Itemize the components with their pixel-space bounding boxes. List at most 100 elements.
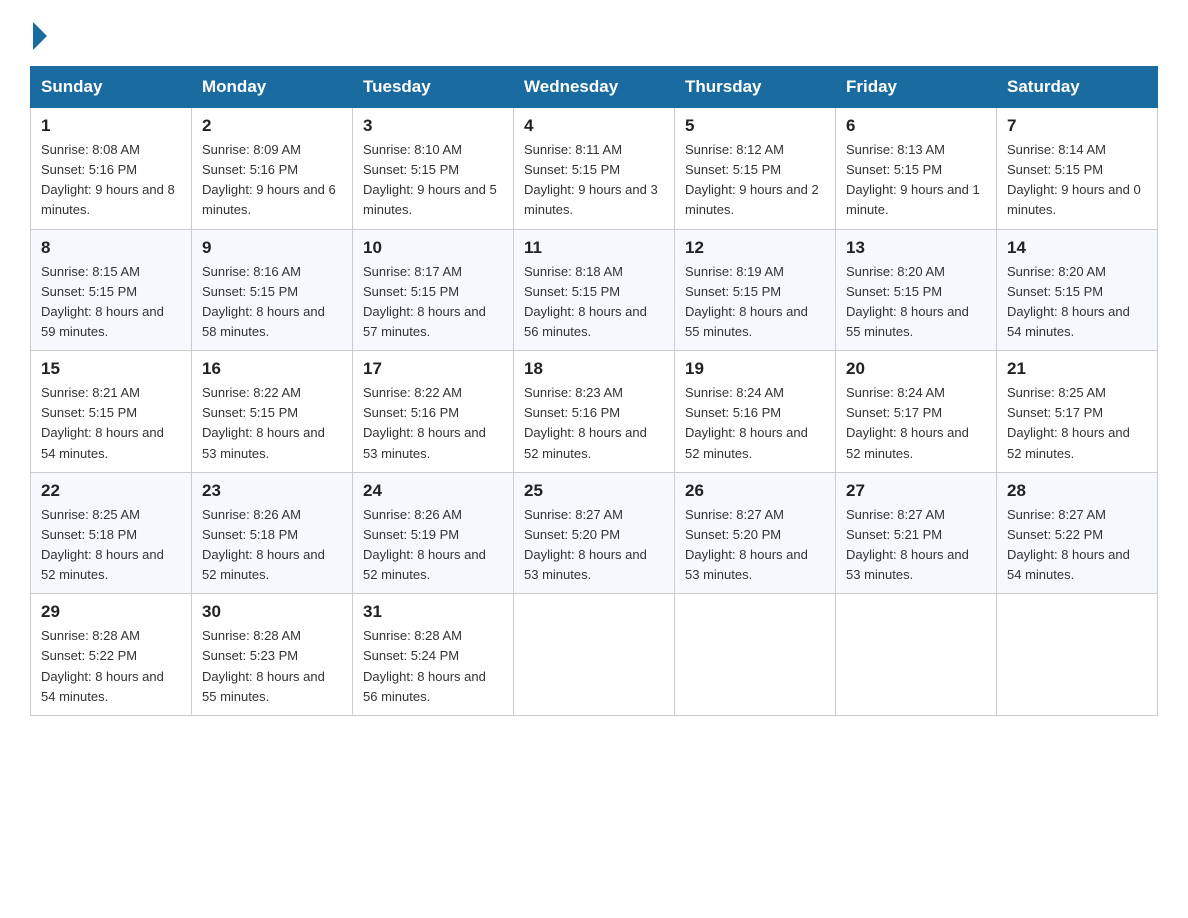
day-info: Sunrise: 8:13 AM Sunset: 5:15 PM Dayligh…	[846, 140, 986, 221]
day-info: Sunrise: 8:27 AM Sunset: 5:20 PM Dayligh…	[685, 505, 825, 586]
day-info: Sunrise: 8:28 AM Sunset: 5:22 PM Dayligh…	[41, 626, 181, 707]
day-number: 27	[846, 481, 986, 501]
calendar-cell: 15 Sunrise: 8:21 AM Sunset: 5:15 PM Dayl…	[31, 351, 192, 473]
weekday-header-thursday: Thursday	[675, 67, 836, 108]
calendar-cell: 21 Sunrise: 8:25 AM Sunset: 5:17 PM Dayl…	[997, 351, 1158, 473]
calendar-cell: 25 Sunrise: 8:27 AM Sunset: 5:20 PM Dayl…	[514, 472, 675, 594]
calendar-cell: 23 Sunrise: 8:26 AM Sunset: 5:18 PM Dayl…	[192, 472, 353, 594]
day-number: 29	[41, 602, 181, 622]
day-number: 2	[202, 116, 342, 136]
day-number: 11	[524, 238, 664, 258]
calendar-body: 1 Sunrise: 8:08 AM Sunset: 5:16 PM Dayli…	[31, 108, 1158, 716]
calendar-cell: 18 Sunrise: 8:23 AM Sunset: 5:16 PM Dayl…	[514, 351, 675, 473]
calendar-cell: 1 Sunrise: 8:08 AM Sunset: 5:16 PM Dayli…	[31, 108, 192, 230]
day-info: Sunrise: 8:11 AM Sunset: 5:15 PM Dayligh…	[524, 140, 664, 221]
day-number: 17	[363, 359, 503, 379]
calendar-cell: 19 Sunrise: 8:24 AM Sunset: 5:16 PM Dayl…	[675, 351, 836, 473]
day-info: Sunrise: 8:18 AM Sunset: 5:15 PM Dayligh…	[524, 262, 664, 343]
calendar-week-4: 22 Sunrise: 8:25 AM Sunset: 5:18 PM Dayl…	[31, 472, 1158, 594]
calendar-cell: 31 Sunrise: 8:28 AM Sunset: 5:24 PM Dayl…	[353, 594, 514, 716]
day-info: Sunrise: 8:27 AM Sunset: 5:22 PM Dayligh…	[1007, 505, 1147, 586]
calendar-cell: 27 Sunrise: 8:27 AM Sunset: 5:21 PM Dayl…	[836, 472, 997, 594]
calendar-cell: 30 Sunrise: 8:28 AM Sunset: 5:23 PM Dayl…	[192, 594, 353, 716]
day-number: 21	[1007, 359, 1147, 379]
calendar-cell: 16 Sunrise: 8:22 AM Sunset: 5:15 PM Dayl…	[192, 351, 353, 473]
day-number: 31	[363, 602, 503, 622]
calendar-week-1: 1 Sunrise: 8:08 AM Sunset: 5:16 PM Dayli…	[31, 108, 1158, 230]
page-header	[30, 20, 1158, 46]
calendar-cell: 3 Sunrise: 8:10 AM Sunset: 5:15 PM Dayli…	[353, 108, 514, 230]
day-number: 13	[846, 238, 986, 258]
day-number: 6	[846, 116, 986, 136]
calendar-week-2: 8 Sunrise: 8:15 AM Sunset: 5:15 PM Dayli…	[31, 229, 1158, 351]
day-info: Sunrise: 8:27 AM Sunset: 5:21 PM Dayligh…	[846, 505, 986, 586]
day-number: 30	[202, 602, 342, 622]
day-number: 16	[202, 359, 342, 379]
day-number: 23	[202, 481, 342, 501]
day-info: Sunrise: 8:24 AM Sunset: 5:16 PM Dayligh…	[685, 383, 825, 464]
day-number: 28	[1007, 481, 1147, 501]
calendar-cell: 29 Sunrise: 8:28 AM Sunset: 5:22 PM Dayl…	[31, 594, 192, 716]
calendar-cell: 26 Sunrise: 8:27 AM Sunset: 5:20 PM Dayl…	[675, 472, 836, 594]
day-number: 14	[1007, 238, 1147, 258]
day-number: 18	[524, 359, 664, 379]
calendar-cell: 7 Sunrise: 8:14 AM Sunset: 5:15 PM Dayli…	[997, 108, 1158, 230]
day-info: Sunrise: 8:14 AM Sunset: 5:15 PM Dayligh…	[1007, 140, 1147, 221]
weekday-header-saturday: Saturday	[997, 67, 1158, 108]
calendar-cell	[675, 594, 836, 716]
calendar-cell: 12 Sunrise: 8:19 AM Sunset: 5:15 PM Dayl…	[675, 229, 836, 351]
logo	[30, 20, 47, 46]
calendar-cell: 13 Sunrise: 8:20 AM Sunset: 5:15 PM Dayl…	[836, 229, 997, 351]
day-number: 20	[846, 359, 986, 379]
calendar-cell: 28 Sunrise: 8:27 AM Sunset: 5:22 PM Dayl…	[997, 472, 1158, 594]
day-number: 5	[685, 116, 825, 136]
day-info: Sunrise: 8:20 AM Sunset: 5:15 PM Dayligh…	[846, 262, 986, 343]
calendar-cell: 6 Sunrise: 8:13 AM Sunset: 5:15 PM Dayli…	[836, 108, 997, 230]
day-info: Sunrise: 8:17 AM Sunset: 5:15 PM Dayligh…	[363, 262, 503, 343]
day-number: 8	[41, 238, 181, 258]
day-number: 1	[41, 116, 181, 136]
day-info: Sunrise: 8:26 AM Sunset: 5:19 PM Dayligh…	[363, 505, 503, 586]
calendar-cell	[514, 594, 675, 716]
logo-triangle-icon	[33, 22, 47, 50]
day-info: Sunrise: 8:22 AM Sunset: 5:16 PM Dayligh…	[363, 383, 503, 464]
day-info: Sunrise: 8:26 AM Sunset: 5:18 PM Dayligh…	[202, 505, 342, 586]
day-info: Sunrise: 8:10 AM Sunset: 5:15 PM Dayligh…	[363, 140, 503, 221]
day-number: 24	[363, 481, 503, 501]
day-info: Sunrise: 8:15 AM Sunset: 5:15 PM Dayligh…	[41, 262, 181, 343]
day-info: Sunrise: 8:25 AM Sunset: 5:17 PM Dayligh…	[1007, 383, 1147, 464]
day-info: Sunrise: 8:28 AM Sunset: 5:24 PM Dayligh…	[363, 626, 503, 707]
day-number: 4	[524, 116, 664, 136]
day-info: Sunrise: 8:27 AM Sunset: 5:20 PM Dayligh…	[524, 505, 664, 586]
calendar-cell: 17 Sunrise: 8:22 AM Sunset: 5:16 PM Dayl…	[353, 351, 514, 473]
day-info: Sunrise: 8:19 AM Sunset: 5:15 PM Dayligh…	[685, 262, 825, 343]
weekday-header-wednesday: Wednesday	[514, 67, 675, 108]
day-number: 3	[363, 116, 503, 136]
day-info: Sunrise: 8:24 AM Sunset: 5:17 PM Dayligh…	[846, 383, 986, 464]
calendar-cell	[836, 594, 997, 716]
day-info: Sunrise: 8:21 AM Sunset: 5:15 PM Dayligh…	[41, 383, 181, 464]
calendar-cell: 9 Sunrise: 8:16 AM Sunset: 5:15 PM Dayli…	[192, 229, 353, 351]
day-info: Sunrise: 8:22 AM Sunset: 5:15 PM Dayligh…	[202, 383, 342, 464]
day-number: 10	[363, 238, 503, 258]
calendar-cell: 4 Sunrise: 8:11 AM Sunset: 5:15 PM Dayli…	[514, 108, 675, 230]
calendar-cell: 2 Sunrise: 8:09 AM Sunset: 5:16 PM Dayli…	[192, 108, 353, 230]
calendar-table: SundayMondayTuesdayWednesdayThursdayFrid…	[30, 66, 1158, 716]
calendar-week-5: 29 Sunrise: 8:28 AM Sunset: 5:22 PM Dayl…	[31, 594, 1158, 716]
calendar-week-3: 15 Sunrise: 8:21 AM Sunset: 5:15 PM Dayl…	[31, 351, 1158, 473]
day-info: Sunrise: 8:12 AM Sunset: 5:15 PM Dayligh…	[685, 140, 825, 221]
day-number: 9	[202, 238, 342, 258]
day-info: Sunrise: 8:25 AM Sunset: 5:18 PM Dayligh…	[41, 505, 181, 586]
calendar-header: SundayMondayTuesdayWednesdayThursdayFrid…	[31, 67, 1158, 108]
day-number: 25	[524, 481, 664, 501]
day-number: 26	[685, 481, 825, 501]
calendar-cell: 8 Sunrise: 8:15 AM Sunset: 5:15 PM Dayli…	[31, 229, 192, 351]
calendar-cell: 5 Sunrise: 8:12 AM Sunset: 5:15 PM Dayli…	[675, 108, 836, 230]
day-info: Sunrise: 8:28 AM Sunset: 5:23 PM Dayligh…	[202, 626, 342, 707]
day-info: Sunrise: 8:23 AM Sunset: 5:16 PM Dayligh…	[524, 383, 664, 464]
calendar-cell	[997, 594, 1158, 716]
day-number: 19	[685, 359, 825, 379]
calendar-cell: 11 Sunrise: 8:18 AM Sunset: 5:15 PM Dayl…	[514, 229, 675, 351]
calendar-cell: 24 Sunrise: 8:26 AM Sunset: 5:19 PM Dayl…	[353, 472, 514, 594]
day-number: 12	[685, 238, 825, 258]
